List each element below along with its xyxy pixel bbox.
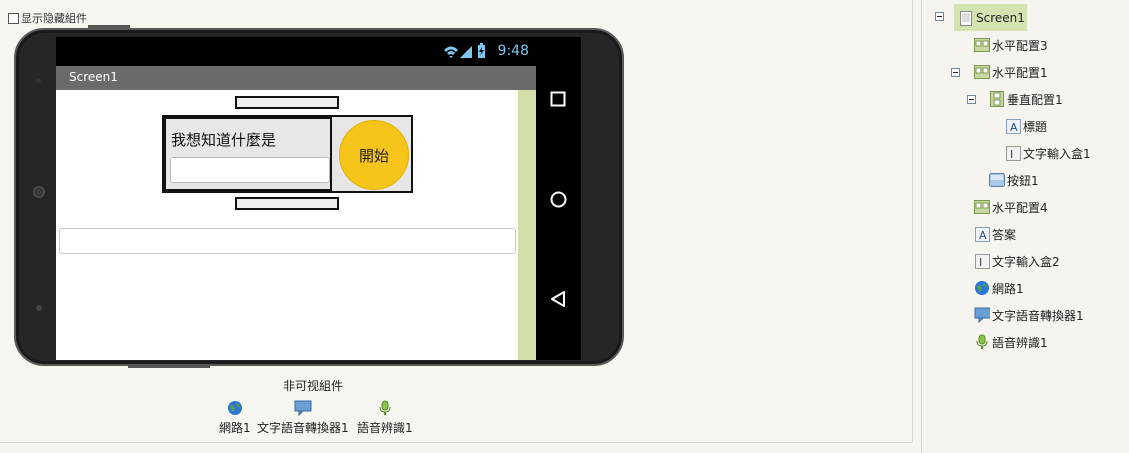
textbox-2[interactable] [59,228,516,254]
tree-item-textbox2[interactable]: I 文字輸入盒2 [974,251,1060,271]
screen-title-bar: Screen1 [56,66,536,90]
horizontal-arrangement-icon [974,37,990,53]
nonvisible-components-title: 非可视組件 [283,379,344,393]
tree-item-web1[interactable]: 網路1 [974,278,1024,298]
tree-item-hbox4[interactable]: 水平配置4 [974,197,1048,217]
tree-item-hbox1[interactable]: 水平配置1 [974,62,1048,82]
horizontal-arrangement-3[interactable] [235,96,339,109]
signal-battery-icon [444,43,485,58]
tree-item-label: 標題 [1023,119,1048,134]
show-hidden-label: 显示隐藏組件 [21,12,87,25]
screen-icon [958,10,974,26]
tree-item-label: 文字語音轉換器1 [992,308,1084,323]
status-bar: 9:48 [56,37,536,66]
vertical-arrangement-icon [989,91,1005,107]
phone-sensor [36,78,41,83]
nonvisible-web[interactable]: 網路1 [219,400,251,436]
tree-item-label: 垂直配置1 [1007,92,1063,107]
button-icon [989,172,1005,188]
collapse-toggle-vbox1[interactable] [967,95,976,104]
screen-content: 我想知道什麼是 開始 [56,90,518,360]
tree-item-speech1[interactable]: 語音辨識1 [974,332,1048,352]
label-icon: A [974,226,990,242]
textbox-1[interactable] [170,157,330,183]
collapse-toggle-screen1[interactable] [935,12,944,21]
viewer-panel: 显示隐藏組件 9:48 Screen1 我想知道什麼是 開始 非可视組件 網路1… [0,0,913,443]
tree-item-label: 水平配置4 [992,200,1048,215]
tree-item-screen1[interactable]: Screen1 [958,8,1025,28]
recent-apps-icon[interactable] [550,91,566,107]
collapse-toggle-hbox1[interactable] [951,68,960,77]
svg-text:A: A [1010,121,1018,134]
speech-bubble-icon [294,400,312,416]
phone-bottom-edge [128,365,210,368]
textbox-icon: I [1005,145,1021,161]
horizontal-arrangement-icon [974,64,990,80]
tree-item-label: 網路1 [992,281,1024,296]
tree-item-answer-label[interactable]: A 答案 [974,224,1016,244]
start-button-label: 開始 [358,146,389,165]
nonvisible-tts-label: 文字語音轉換器1 [257,421,349,435]
nonvisible-speech-recognizer[interactable]: 語音辨識1 [357,400,413,436]
component-tree: Screen1 水平配置3 水平配置1 垂直配置1 A 標題 I 文字輸入盒1 [921,0,1129,453]
screen-scroll-strip [518,90,536,360]
tree-item-button1[interactable]: 按鈕1 [989,170,1039,190]
tree-item-label: 水平配置1 [992,65,1048,80]
label-icon: A [1005,118,1021,134]
horizontal-arrangement-1[interactable]: 我想知道什麼是 開始 [162,115,413,193]
tree-item-label: 文字輸入盒2 [992,254,1060,269]
button-container: 開始 [332,117,411,191]
phone-screen: 9:48 Screen1 我想知道什麼是 開始 [56,37,536,360]
tree-item-textbox1[interactable]: I 文字輸入盒1 [1005,143,1091,163]
tree-item-label: 文字輸入盒1 [1023,146,1091,161]
tree-item-label: 水平配置3 [992,38,1048,53]
title-label[interactable]: 我想知道什麼是 [171,129,276,150]
nonvisible-tts[interactable]: 文字語音轉換器1 [257,400,349,436]
nonvisible-web-label: 網路1 [219,421,251,435]
tree-item-label: 按鈕1 [1007,173,1039,188]
microphone-icon [379,400,391,415]
show-hidden-checkbox[interactable]: 显示隐藏組件 [8,10,87,26]
phone-camera [33,186,45,198]
tree-item-vbox1[interactable]: 垂直配置1 [989,89,1063,109]
web-icon [227,401,242,415]
checkbox-box[interactable] [8,12,19,24]
textbox-icon: I [974,253,990,269]
speech-bubble-icon [974,307,990,323]
tree-item-label: Screen1 [976,11,1025,25]
tree-item-hbox3[interactable]: 水平配置3 [974,35,1048,55]
svg-text:A: A [979,229,987,242]
tree-item-label: 語音辨識1 [992,335,1048,350]
horizontal-arrangement-4[interactable] [235,197,339,210]
vertical-arrangement-1[interactable]: 我想知道什麼是 [164,117,332,191]
nonvisible-speech-label: 語音辨識1 [357,421,413,435]
screen-title: Screen1 [69,70,118,84]
start-button[interactable]: 開始 [339,120,409,190]
svg-text:I: I [979,256,982,269]
web-icon [974,280,990,296]
horizontal-arrangement-icon [974,199,990,215]
tree-item-title-label[interactable]: A 標題 [1005,116,1047,136]
tree-item-label: 答案 [992,227,1017,242]
home-icon[interactable] [550,191,567,208]
back-icon[interactable] [550,290,566,308]
microphone-icon [974,334,990,350]
status-time: 9:48 [497,43,529,59]
tree-item-tts1[interactable]: 文字語音轉換器1 [974,305,1084,325]
svg-text:I: I [1010,148,1013,161]
android-nav-bar [536,37,581,360]
phone-speaker [36,305,42,311]
